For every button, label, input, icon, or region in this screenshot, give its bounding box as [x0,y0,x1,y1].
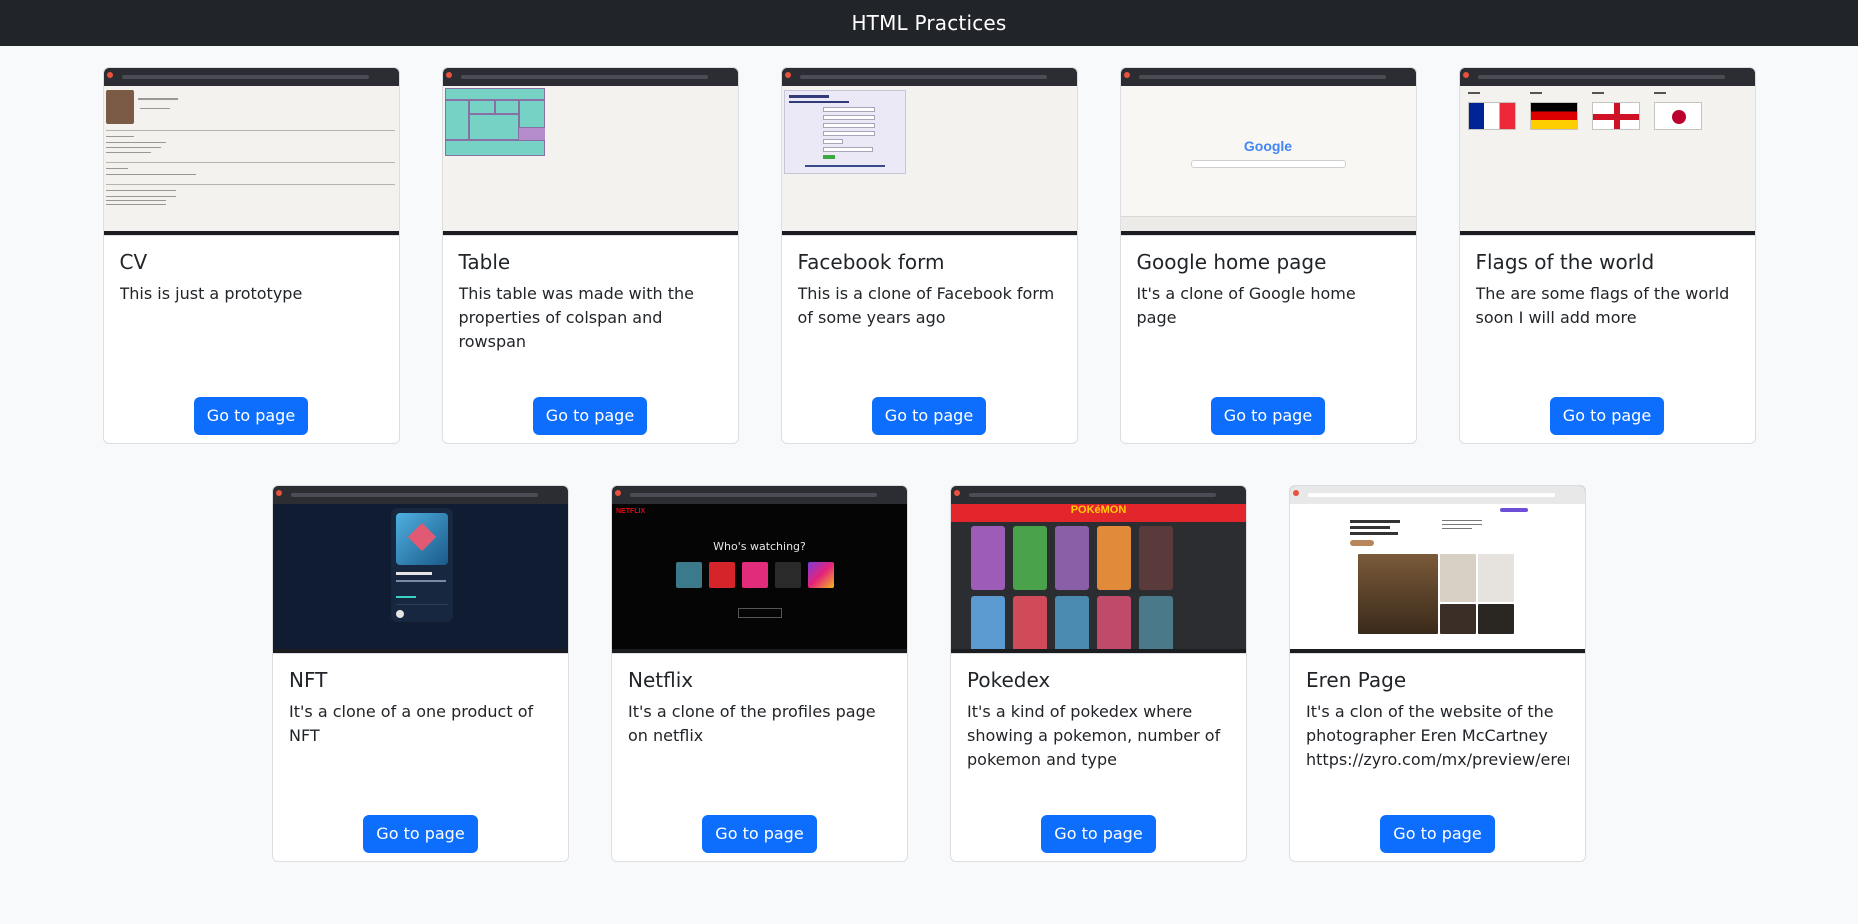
card-thumbnail-pokedex: POKéMON [951,486,1246,654]
card-description: It's a clon of the website of the photog… [1306,702,1569,769]
card-thumbnail-facebook-form [781,68,1077,236]
go-to-page-button[interactable]: Go to page [871,397,987,435]
pokedex-logo: POKéMON [1070,504,1127,516]
card-thumbnail-cv [103,68,399,236]
germany-flag [1529,102,1578,130]
card-title: Flags of the world [1475,250,1655,274]
go-to-page-button[interactable]: Go to page [1041,815,1156,853]
card-title: Facebook form [797,250,945,274]
project-card-nft: NFT It's a clone of a one product of NFT… [272,485,569,862]
card-description: It's a clone of Google home page [1136,284,1356,327]
project-card-flags: Flags of the world The are some flags of… [1458,67,1756,444]
project-card-eren: Eren Page It's a clon of the website of … [1289,485,1586,862]
card-thumbnail-google: Google [1120,68,1416,236]
navbar-title: HTML Practices [851,11,1007,35]
go-to-page-button[interactable]: Go to page [1210,397,1326,435]
go-to-page-button[interactable]: Go to page [193,397,309,435]
project-row-2: NFT It's a clone of a one product of NFT… [0,485,1858,862]
card-description: It's a clone of a one product of NFT [289,702,534,745]
card-title: Eren Page [1306,668,1407,692]
netflix-heading: Who's watching? [713,540,806,553]
card-description: It's a kind of pokedex where showing a p… [967,702,1221,769]
netflix-logo: NETFLIX [616,508,646,515]
project-row-1: CV This is just a prototype Go to page T… [0,67,1858,444]
project-card-cv: CV This is just a prototype Go to page [102,67,400,444]
top-navbar: HTML Practices [0,0,1858,46]
france-flag [1467,102,1516,130]
card-description: It's a clone of the profiles page on net… [628,702,876,745]
card-thumbnail-table [442,68,738,236]
england-flag [1591,102,1640,130]
project-card-facebook-form: Facebook form This is a clone of Faceboo… [780,67,1078,444]
card-thumbnail-eren [1290,486,1585,654]
card-description: This table was made with the properties … [458,284,694,351]
card-title: Netflix [628,668,694,692]
google-logo-text: Google [1243,138,1293,154]
card-thumbnail-flags [1459,68,1755,236]
project-card-pokedex: POKéMON Pokedex It's a kind of pokedex w… [950,485,1247,862]
card-thumbnail-nft [273,486,568,654]
go-to-page-button[interactable]: Go to page [1549,397,1665,435]
go-to-page-button[interactable]: Go to page [1380,815,1495,853]
card-description: This is just a prototype [119,284,303,303]
card-title: NFT [289,668,328,692]
card-description: This is a clone of Facebook form of some… [797,284,1055,327]
project-card-table: Table This table was made with the prope… [441,67,739,444]
card-title: Google home page [1136,250,1327,274]
card-description: The are some flags of the world soon I w… [1475,284,1730,327]
project-grid: CV This is just a prototype Go to page T… [0,46,1858,862]
card-title: CV [119,250,148,274]
go-to-page-button[interactable]: Go to page [702,815,817,853]
card-thumbnail-netflix: NETFLIX Who's watching? [612,486,907,654]
project-card-google: Google Google home page It's a clone of … [1119,67,1417,444]
go-to-page-button[interactable]: Go to page [532,397,648,435]
go-to-page-button[interactable]: Go to page [363,815,478,853]
card-title: Pokedex [967,668,1051,692]
project-card-netflix: NETFLIX Who's watching? Netflix It's a c… [611,485,908,862]
japan-flag [1653,102,1702,130]
card-title: Table [458,250,511,274]
